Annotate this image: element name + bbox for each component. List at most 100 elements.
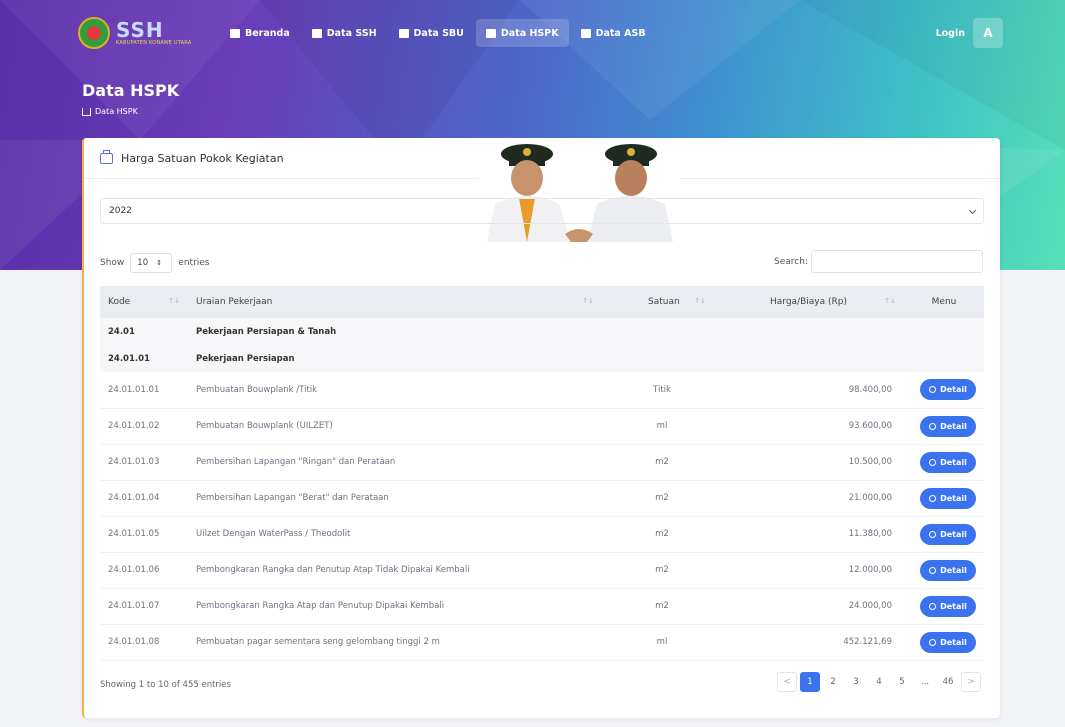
detail-button[interactable]: Detail: [920, 523, 976, 545]
page-4[interactable]: 4: [869, 672, 889, 692]
avatar: A: [973, 18, 1003, 48]
brand-name: SSH: [116, 18, 164, 42]
nav-data-ssh[interactable]: Data SSH: [302, 19, 387, 47]
nav-label: Data HSPK: [500, 27, 559, 39]
row-code: 24.01.01.04: [108, 493, 160, 503]
row-price: 11.380,00: [848, 529, 892, 539]
nav-data-hspk[interactable]: Data HSPK: [475, 19, 569, 47]
page-2[interactable]: 2: [823, 672, 843, 692]
header-label: Harga/Biaya (Rp): [770, 297, 847, 307]
length-value: 10: [137, 258, 149, 268]
row-code: 24.01.01.02: [108, 421, 160, 431]
page-3[interactable]: 3: [846, 672, 866, 692]
table-group-row: 24.01.01 Pekerjaan Persiapan: [100, 345, 984, 372]
table-header-row: Kode ↑↓ Uraian Pekerjaan ↑↓ Satuan ↑↓ Harga…: [100, 286, 984, 318]
entries-label: entries: [178, 258, 210, 268]
search-label: Search:: [774, 256, 808, 267]
brand-subtitle: KABUPATEN KONAWE UTARA: [116, 40, 192, 46]
row-price: 24.000,00: [848, 601, 892, 611]
detail-button[interactable]: Detail: [920, 631, 976, 653]
detail-button[interactable]: Detail: [920, 451, 976, 473]
nav-beranda[interactable]: Beranda: [220, 19, 300, 47]
group-name: Pekerjaan Persiapan: [196, 353, 295, 364]
table-row: 24.01.01.08 Pembuatan pagar sementara se…: [100, 624, 984, 660]
table-row: 24.01.01.01 Pembuatan Bouwplank /Titik T…: [100, 372, 984, 408]
row-code: 24.01.01.01: [108, 384, 160, 395]
row-desc: Pembongkaran Rangka Atap dan Penutup Dip…: [196, 601, 445, 611]
row-unit: m2: [655, 601, 669, 611]
col-kode[interactable]: Kode ↑↓: [100, 286, 188, 318]
next-page-button[interactable]: >: [961, 672, 981, 692]
row-code: 24.01.01.08: [108, 637, 160, 647]
row-code: 24.01.01.05: [108, 529, 160, 539]
row-desc: Pembongkaran Rangka dan Penutup Atap Tid…: [196, 565, 470, 575]
row-desc: Pembersihan Lapangan "Berat" dan Perataa…: [196, 493, 389, 503]
search-control: Search:: [774, 250, 983, 273]
col-uraian[interactable]: Uraian Pekerjaan ↑↓: [188, 286, 602, 318]
breadcrumb-current: Data HSPK: [95, 107, 138, 116]
login-label: Login: [935, 27, 965, 39]
search-icon: [929, 602, 937, 610]
detail-label: Detail: [940, 421, 967, 431]
group-code: 24.01: [108, 326, 135, 337]
row-unit: m2: [655, 493, 669, 503]
brand-logo[interactable]: SSH KABUPATEN KONAWE UTARA: [66, 13, 196, 53]
detail-button[interactable]: Detail: [920, 559, 976, 581]
entries-length-select[interactable]: 10 ⇕: [130, 253, 173, 273]
chevron-down-icon: [968, 206, 977, 215]
header-label: Uraian Pekerjaan: [196, 297, 273, 307]
nav-data-asb[interactable]: Data ASB: [571, 19, 656, 47]
row-code: 24.01.01.03: [108, 457, 160, 467]
breadcrumb: Data HSPK: [82, 107, 138, 116]
detail-button[interactable]: Detail: [920, 379, 976, 401]
prev-page-button[interactable]: <: [777, 672, 797, 692]
detail-label: Detail: [940, 637, 967, 647]
search-icon: [929, 422, 937, 430]
home-icon[interactable]: [82, 107, 91, 116]
page-title: Data HSPK: [82, 81, 180, 100]
row-unit: m2: [655, 457, 669, 467]
table-row: 24.01.01.07 Pembongkaran Rangka Atap dan…: [100, 588, 984, 624]
page-1[interactable]: 1: [800, 672, 820, 692]
col-satuan[interactable]: Satuan ↑↓: [602, 286, 714, 318]
table-info: Showing 1 to 10 of 455 entries: [100, 680, 231, 690]
row-desc: Uilzet Dengan WaterPass / Theodolit: [196, 529, 351, 539]
detail-button[interactable]: Detail: [920, 487, 976, 509]
detail-button[interactable]: Detail: [920, 415, 976, 437]
sort-icon: ↑↓: [694, 297, 706, 305]
box-icon: [311, 28, 322, 38]
nav-label: Data ASB: [595, 27, 646, 39]
detail-button[interactable]: Detail: [920, 595, 976, 617]
nav-data-sbu[interactable]: Data SBU: [389, 19, 474, 47]
nav-label: Data SBU: [413, 27, 464, 39]
page-ellipsis: ...: [920, 677, 930, 687]
sort-icon: ↑↓: [582, 297, 594, 305]
group-name: Pekerjaan Persiapan & Tanah: [196, 326, 337, 337]
search-icon: [929, 494, 937, 502]
col-harga[interactable]: Harga/Biaya (Rp) ↑↓: [714, 286, 904, 318]
regency-emblem-icon: [78, 17, 110, 49]
page-5[interactable]: 5: [892, 672, 912, 692]
row-price: 98.400,00: [848, 384, 892, 395]
search-icon: [929, 530, 937, 538]
row-code: 24.01.01.07: [108, 601, 160, 611]
hspk-card: Harga Satuan Pokok Kegiatan 2022 Show 10…: [82, 138, 1000, 718]
table-row: 24.01.01.04 Pembersihan Lapangan "Berat"…: [100, 480, 984, 516]
search-icon: [929, 638, 937, 646]
table-row: 24.01.01.06 Pembongkaran Rangka dan Penu…: [100, 552, 984, 588]
row-price: 21.000,00: [848, 493, 892, 503]
search-input[interactable]: [810, 250, 983, 273]
year-select[interactable]: 2022: [100, 198, 984, 224]
table-group-row: 24.01 Pekerjaan Persiapan & Tanah: [100, 318, 984, 345]
row-price: 10.500,00: [848, 457, 892, 467]
detail-label: Detail: [940, 493, 967, 503]
document-icon: [580, 28, 591, 38]
officials-photo: [479, 138, 679, 242]
nav-label: Beranda: [245, 27, 290, 39]
sort-icon: ↑↓: [884, 297, 896, 305]
row-desc: Pembersihan Lapangan "Ringan" dan Perata…: [196, 457, 396, 467]
row-unit: m2: [655, 529, 669, 539]
page-46[interactable]: 46: [938, 672, 958, 692]
login-button[interactable]: Login A: [936, 18, 1003, 48]
row-price: 452.121,69: [843, 637, 892, 647]
